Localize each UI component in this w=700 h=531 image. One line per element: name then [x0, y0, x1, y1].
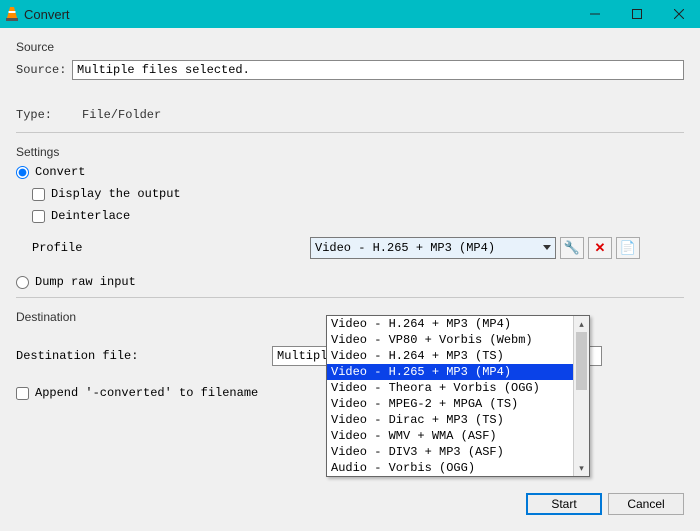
append-converted-label: Append '-converted' to filename: [35, 386, 258, 400]
delete-profile-button[interactable]: ✕: [588, 237, 612, 259]
type-value: File/Folder: [82, 108, 161, 122]
profile-dropdown: Video - H.264 + MP3 (MP4)Video - VP80 + …: [326, 315, 590, 477]
dump-radio[interactable]: [16, 276, 29, 289]
profile-option[interactable]: Video - H.264 + MP3 (MP4): [327, 316, 573, 332]
close-button[interactable]: [658, 0, 700, 28]
profile-option[interactable]: Video - DIV3 + MP3 (ASF): [327, 444, 573, 460]
new-profile-button[interactable]: 📄: [616, 237, 640, 259]
display-output-checkbox[interactable]: [32, 188, 45, 201]
source-label: Source:: [16, 63, 72, 77]
profile-option[interactable]: Video - Dirac + MP3 (TS): [327, 412, 573, 428]
display-output-label: Display the output: [51, 187, 181, 201]
profile-label: Profile: [32, 241, 310, 255]
profile-option[interactable]: Video - H.264 + MP3 (TS): [327, 348, 573, 364]
deinterlace-label: Deinterlace: [51, 209, 130, 223]
cancel-button[interactable]: Cancel: [608, 493, 684, 515]
window-title: Convert: [24, 7, 574, 22]
profile-option[interactable]: Video - H.265 + MP3 (MP4): [327, 364, 573, 380]
convert-radio-label: Convert: [35, 165, 85, 179]
scroll-down-icon[interactable]: ▾: [574, 460, 589, 476]
dropdown-scrollbar[interactable]: ▴ ▾: [573, 316, 589, 476]
profile-option[interactable]: Video - WMV + WMA (ASF): [327, 428, 573, 444]
type-label: Type:: [16, 108, 72, 122]
profile-option[interactable]: Video - VP80 + Vorbis (Webm): [327, 332, 573, 348]
delete-icon: ✕: [595, 240, 606, 256]
vlc-icon: [6, 7, 18, 21]
chevron-down-icon: [543, 245, 551, 250]
wrench-icon: 🔧: [564, 240, 580, 256]
maximize-button[interactable]: [616, 0, 658, 28]
convert-radio[interactable]: [16, 166, 29, 179]
source-input[interactable]: [72, 60, 684, 80]
divider: [16, 132, 684, 133]
profile-value: Video - H.265 + MP3 (MP4): [315, 241, 495, 255]
settings-section-label: Settings: [16, 145, 684, 159]
destination-file-label: Destination file:: [16, 349, 272, 363]
titlebar: Convert: [0, 0, 700, 28]
dump-radio-label: Dump raw input: [35, 275, 136, 289]
source-section-label: Source: [16, 40, 684, 54]
new-icon: 📄: [620, 240, 636, 256]
divider: [16, 297, 684, 298]
edit-profile-button[interactable]: 🔧: [560, 237, 584, 259]
minimize-button[interactable]: [574, 0, 616, 28]
profile-option[interactable]: Video - MPEG-2 + MPGA (TS): [327, 396, 573, 412]
append-converted-checkbox[interactable]: [16, 387, 29, 400]
scroll-thumb[interactable]: [576, 332, 587, 390]
profile-option[interactable]: Audio - Vorbis (OGG): [327, 460, 573, 476]
profile-option[interactable]: Video - Theora + Vorbis (OGG): [327, 380, 573, 396]
profile-combobox[interactable]: Video - H.265 + MP3 (MP4): [310, 237, 556, 259]
scroll-up-icon[interactable]: ▴: [574, 316, 589, 332]
deinterlace-checkbox[interactable]: [32, 210, 45, 223]
start-button[interactable]: Start: [526, 493, 602, 515]
